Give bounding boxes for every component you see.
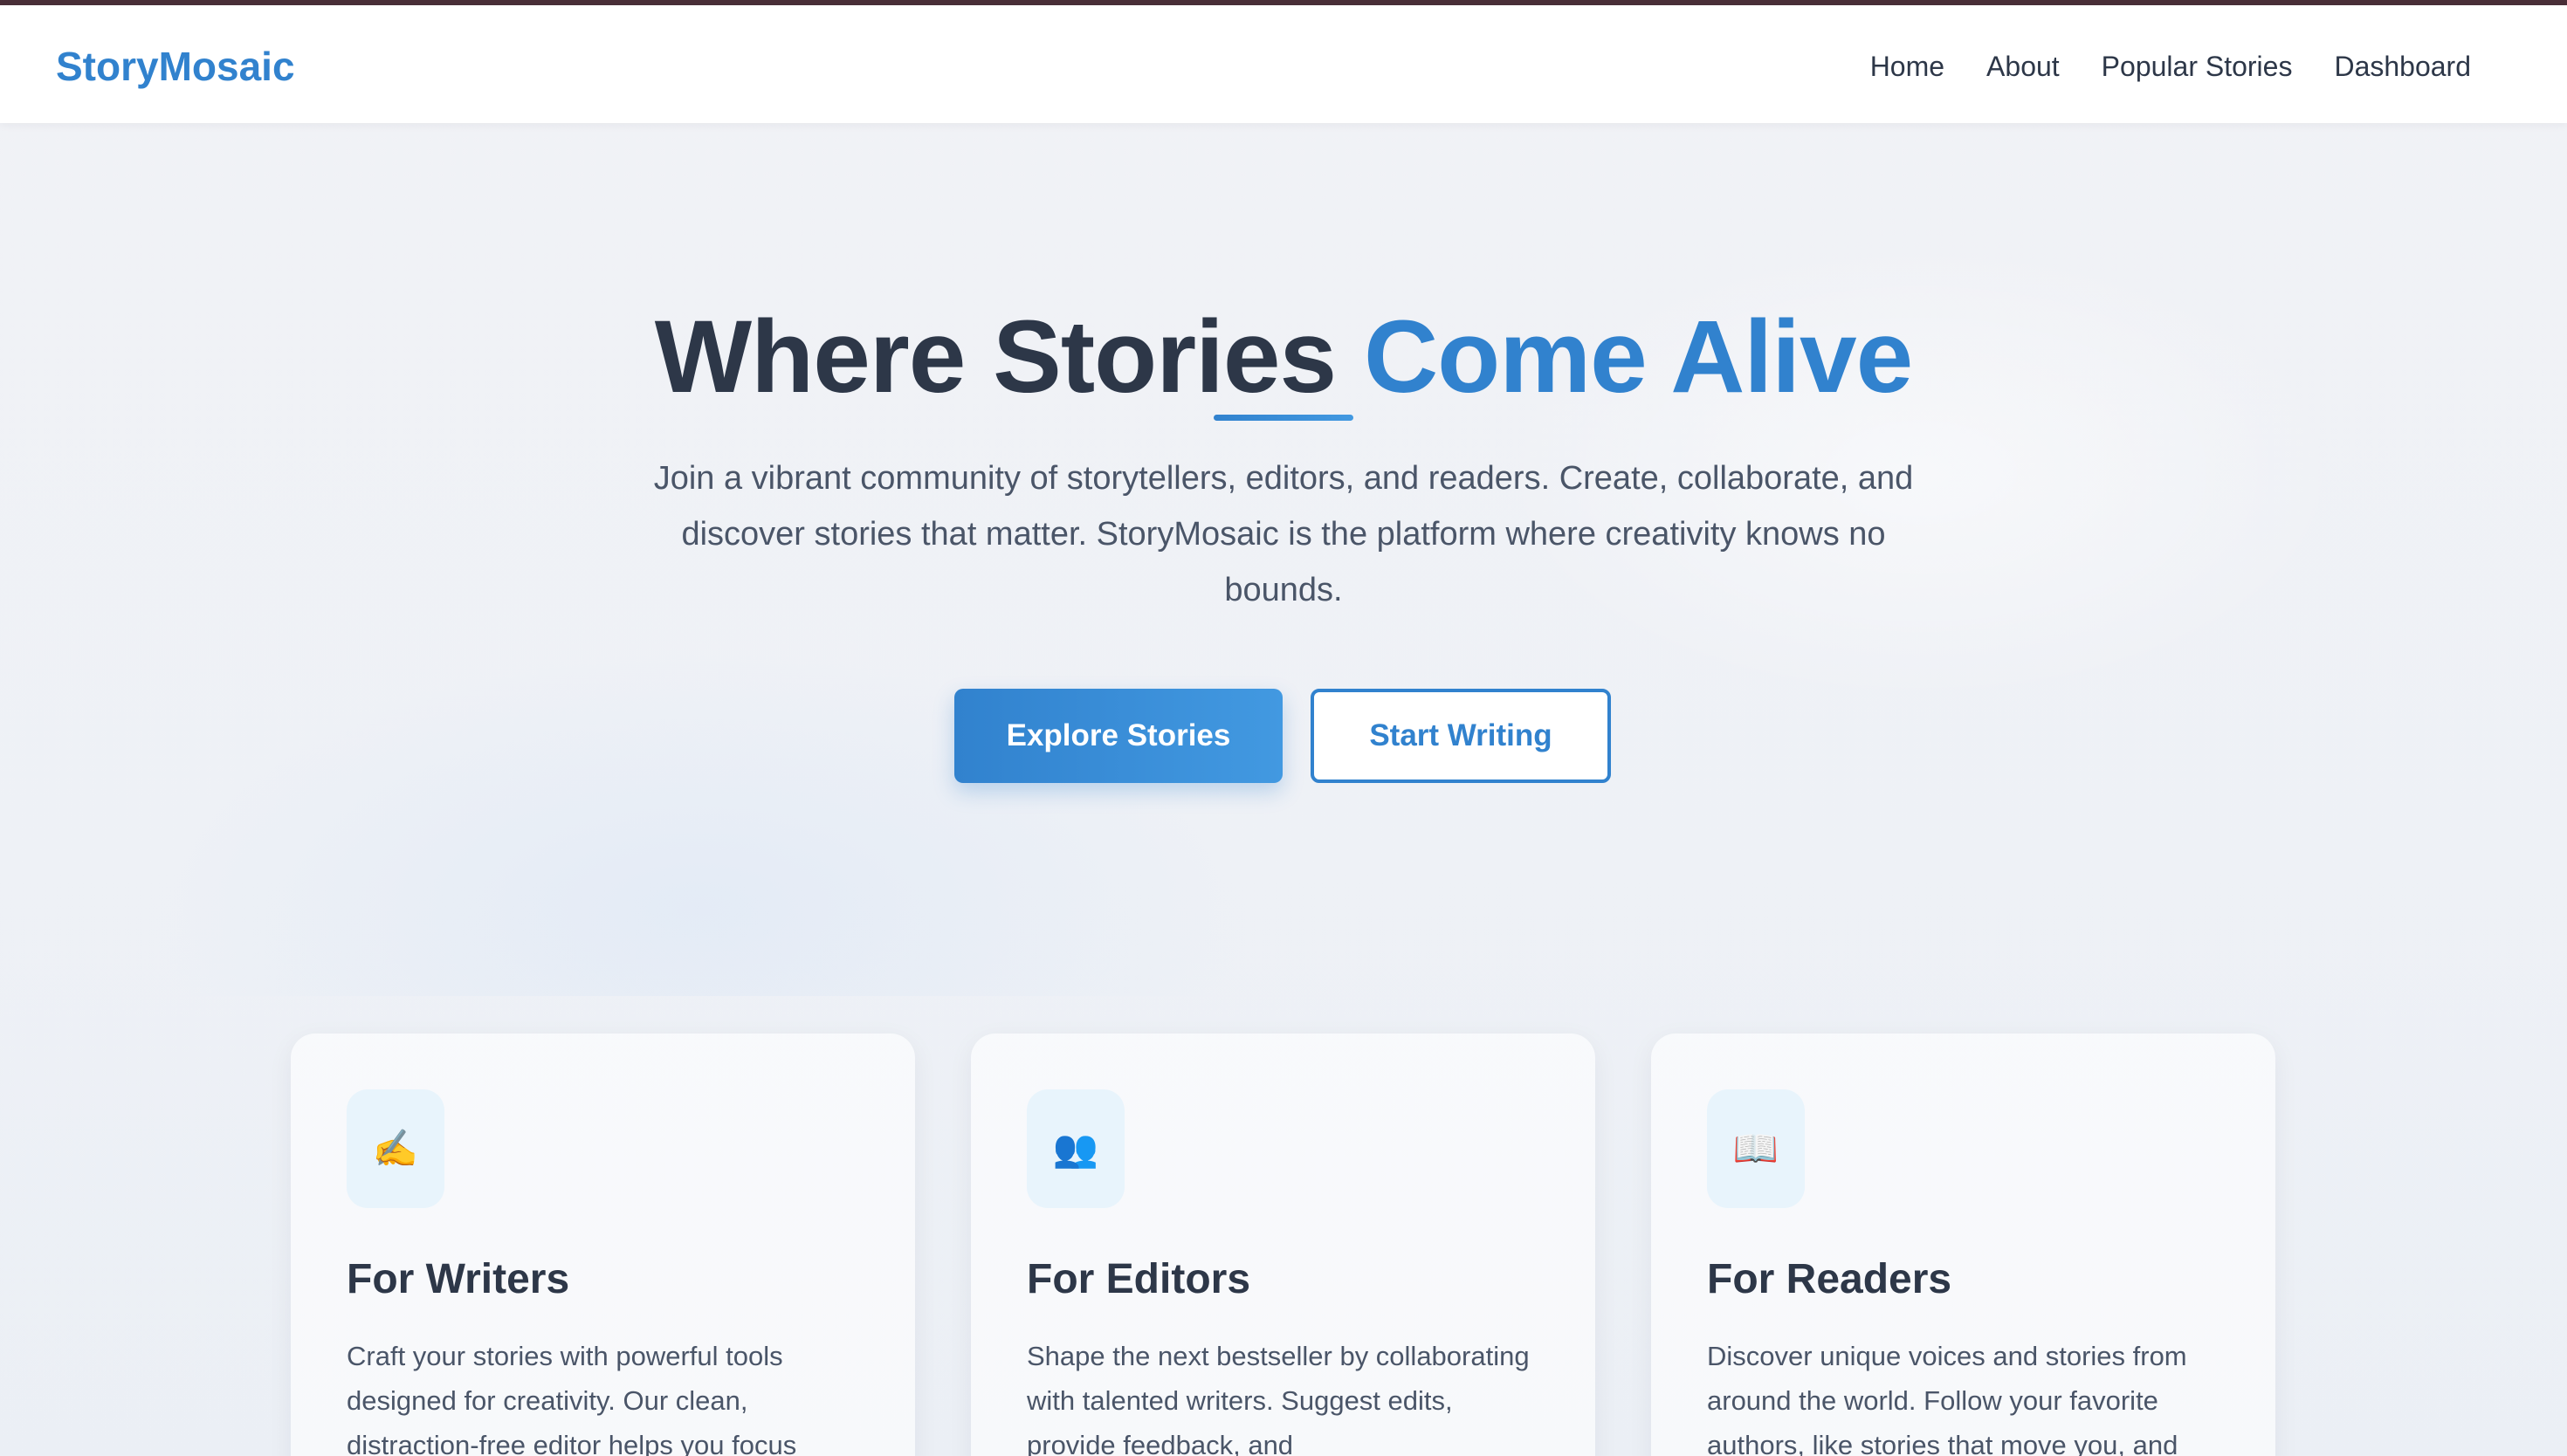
hero-section: Where Stories Come Alive Join a vibrant …: [0, 123, 2567, 996]
hero-description: Join a vibrant community of storytellers…: [653, 460, 1914, 608]
people-icon: 👥: [1027, 1089, 1125, 1208]
feature-card-readers: 📖 For Readers Discover unique voices and…: [1651, 1034, 2275, 1456]
open-book-icon: 📖: [1707, 1089, 1805, 1208]
brand-logo[interactable]: StoryMosaic: [56, 42, 295, 91]
navbar: StoryMosaic Home About Popular Stories D…: [0, 5, 2567, 123]
feature-card-text: Discover unique voices and stories from …: [1707, 1341, 2187, 1456]
feature-cards: ✍️ For Writers Craft your stories with p…: [291, 1034, 2275, 1456]
feature-card-title: For Editors: [1027, 1256, 1251, 1302]
explore-stories-button[interactable]: Explore Stories: [954, 689, 1283, 783]
nav-links: Home About Popular Stories Dashboard: [1870, 47, 2471, 86]
feature-card-title: For Writers: [347, 1256, 570, 1302]
feature-card-writers: ✍️ For Writers Craft your stories with p…: [291, 1034, 915, 1456]
hero-title-main: Where Stories: [654, 299, 1364, 415]
start-writing-button[interactable]: Start Writing: [1311, 689, 1611, 783]
nav-link-about[interactable]: About: [1986, 47, 2060, 86]
hero-title: Where Stories Come Alive: [0, 298, 2567, 416]
writing-hand-icon: ✍️: [347, 1089, 444, 1208]
nav-link-home[interactable]: Home: [1870, 47, 1944, 86]
nav-link-dashboard[interactable]: Dashboard: [2334, 47, 2471, 86]
feature-card-text: Shape the next bestseller by collaborati…: [1027, 1341, 1530, 1456]
feature-card-editors: 👥 For Editors Shape the next bestseller …: [971, 1034, 1595, 1456]
title-underline-decoration: [1214, 415, 1353, 421]
hero-button-row: Explore Stories Start Writing: [954, 689, 1611, 783]
feature-card-title: For Readers: [1707, 1256, 1952, 1302]
nav-link-popular-stories[interactable]: Popular Stories: [2102, 47, 2293, 86]
feature-card-text: Craft your stories with powerful tools d…: [347, 1341, 797, 1456]
hero-title-accent: Come Alive: [1363, 299, 1913, 415]
